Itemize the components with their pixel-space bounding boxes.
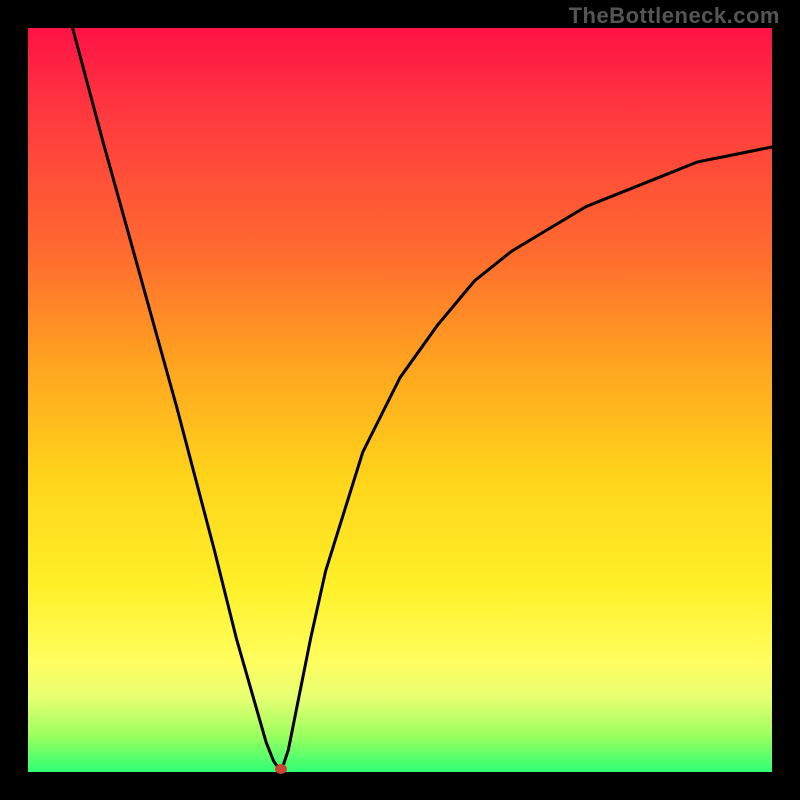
curve-right-branch [281, 147, 772, 772]
minimum-marker [275, 764, 287, 774]
curve-left-branch [73, 28, 281, 772]
watermark-text: TheBottleneck.com [569, 3, 780, 29]
chart-frame: TheBottleneck.com [0, 0, 800, 800]
bottleneck-curve [28, 28, 772, 772]
plot-area [28, 28, 772, 772]
